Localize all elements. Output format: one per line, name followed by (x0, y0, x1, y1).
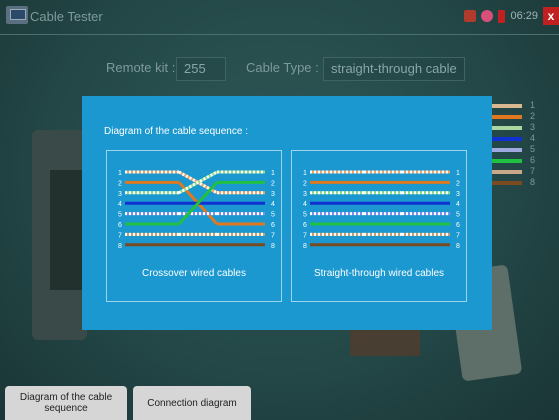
cable-sequence-button[interactable]: Diagram of the cable sequence (5, 386, 127, 420)
clock-time: 06:29 (510, 10, 538, 22)
dialog-title: Diagram of the cable sequence : (104, 126, 248, 137)
straight-pin-right-8: 8 (456, 243, 460, 250)
bg-wire-1 (492, 104, 522, 108)
cable-sequence-dialog[interactable]: Diagram of the cable sequence : 1 1 2 2 3 3 4 4… (82, 96, 492, 330)
straight-pin-right-4: 4 (456, 201, 460, 208)
bg-wire-2 (492, 115, 522, 119)
info-row: Remote kit : 255 Cable Type : straight-t… (0, 57, 559, 81)
crossover-pin-right-1: 1 (271, 170, 275, 177)
straight-pin-right-5: 5 (456, 212, 460, 219)
crossover-pin-left-3: 3 (118, 191, 122, 198)
straight-pin-left-3: 3 (303, 191, 307, 198)
straight-caption: Straight-through wired cables (313, 268, 445, 279)
crossover-caption: Crossover wired cables (142, 268, 246, 279)
crossover-wiring-diagram: 1 1 2 2 3 3 4 4 5 5 6 6 7 7 8 8 (118, 170, 275, 250)
bg-pin-4: 4 (530, 133, 536, 143)
crossover-pin-right-6: 6 (271, 222, 275, 229)
title-divider (0, 34, 559, 35)
straight-pin-right-7: 7 (456, 232, 460, 239)
crossover-pin-right-7: 7 (271, 232, 275, 239)
straight-pin-left-2: 2 (303, 180, 307, 187)
cable-bundle-illustration (350, 330, 420, 356)
bg-wire-8 (492, 181, 522, 185)
bg-wire-6 (492, 159, 522, 163)
bg-pin-6: 6 (530, 155, 536, 165)
status-bar: 06:29 x (464, 6, 559, 26)
link-icon (481, 10, 494, 22)
crossover-pin-right-5: 5 (271, 212, 275, 219)
straight-pin-left-5: 5 (303, 212, 307, 219)
crossover-pin-right-8: 8 (271, 243, 275, 250)
crossover-pin-left-4: 4 (118, 201, 122, 208)
cable-type-label: Cable Type : (246, 60, 319, 75)
cable-tester-screen: Cable Tester 06:29 x Remote kit : 255 Ca… (0, 0, 559, 420)
crossover-pin-left-7: 7 (118, 232, 122, 239)
crossover-pin-left-5: 5 (118, 212, 122, 219)
crossover-pin-left-8: 8 (118, 243, 122, 250)
bg-pin-3: 3 (530, 122, 536, 132)
bg-wire-4 (492, 137, 522, 141)
straight-pin-right-1: 1 (456, 170, 460, 177)
app-title: Cable Tester (30, 9, 103, 24)
straight-through-wiring-diagram: 1 1 2 2 3 3 4 4 5 5 6 6 7 7 8 8 (303, 170, 460, 250)
straight-pin-left-6: 6 (303, 222, 307, 229)
straight-pin-right-2: 2 (456, 180, 460, 187)
crossover-pin-right-2: 2 (271, 180, 275, 187)
straight-pin-left-4: 4 (303, 201, 307, 208)
straight-diagram-panel: 1 1 2 2 3 3 4 4 5 5 6 6 7 7 8 8 Straight-through wired … (291, 150, 467, 302)
crossover-diagram-panel: 1 1 2 2 3 3 4 4 5 5 6 6 7 7 8 8 Crossover wired cables (106, 150, 282, 302)
cable-type-value: straight-through cable (323, 57, 465, 81)
record-icon (464, 10, 477, 22)
bg-wire-5 (492, 148, 522, 152)
bg-pin-7: 7 (530, 166, 536, 176)
bg-wire-3 (492, 126, 522, 130)
crossover-pin-left-2: 2 (118, 180, 122, 187)
remote-kit-value: 255 (176, 57, 226, 81)
bg-wire-7 (492, 170, 522, 174)
title-bar: Cable Tester 06:29 x (0, 0, 559, 34)
bg-pin-5: 5 (530, 144, 536, 154)
crossover-pin-right-4: 4 (271, 201, 275, 208)
straight-pin-right-3: 3 (456, 191, 460, 198)
connection-diagram-button[interactable]: Connection diagram (133, 386, 251, 420)
straight-pin-left-8: 8 (303, 243, 307, 250)
connector-port-illustration (32, 130, 90, 340)
crossover-pin-right-3: 3 (271, 191, 275, 198)
bg-pin-1: 1 (530, 100, 536, 110)
straight-pin-left-1: 1 (303, 170, 307, 177)
crossover-pin-left-6: 6 (118, 222, 122, 229)
crossover-pin-left-1: 1 (118, 170, 122, 177)
remote-kit-label: Remote kit : (106, 60, 176, 75)
close-icon[interactable]: x (543, 7, 559, 25)
cable-tester-app-icon (6, 6, 28, 24)
straight-pin-left-7: 7 (303, 232, 307, 239)
battery-icon (498, 9, 506, 23)
straight-pin-right-6: 6 (456, 222, 460, 229)
bg-pin-8: 8 (530, 177, 536, 187)
bg-pin-2: 2 (530, 111, 536, 121)
